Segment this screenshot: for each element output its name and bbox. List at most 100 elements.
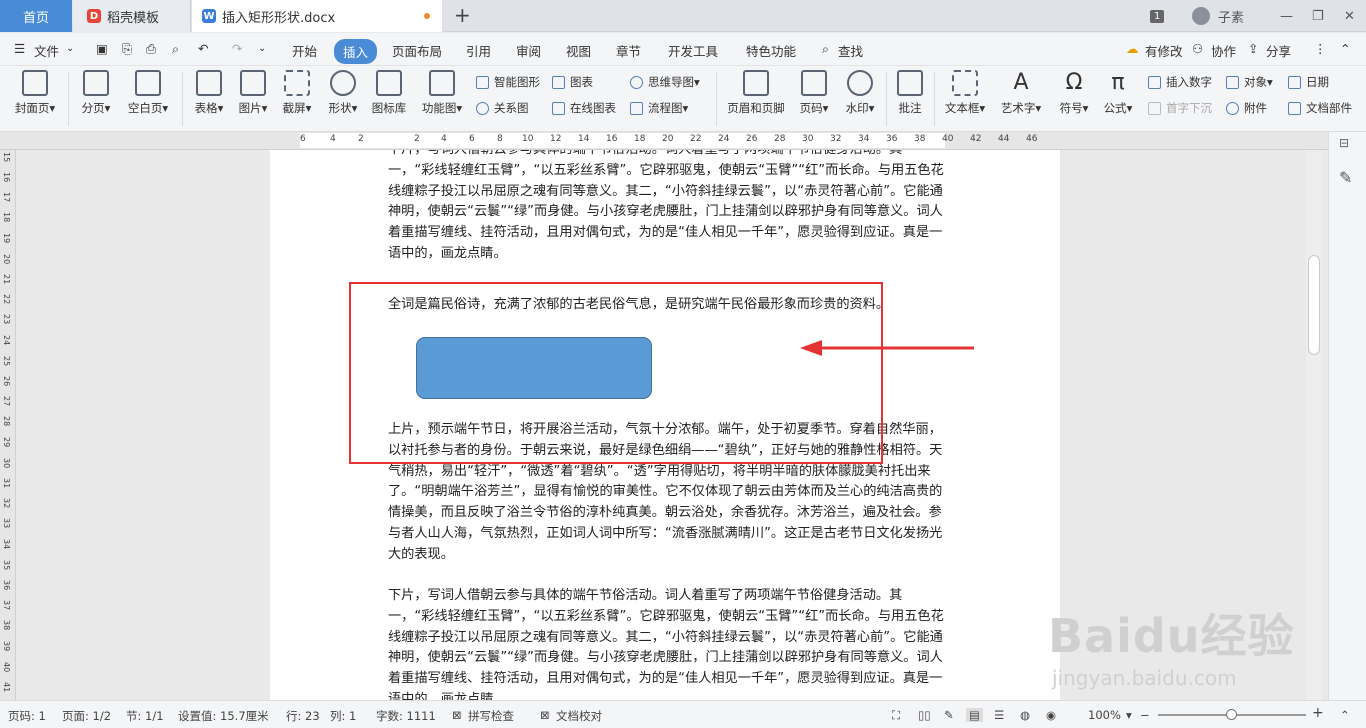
- screenshot-button[interactable]: 截屏▾: [278, 70, 316, 116]
- fullscreen-icon[interactable]: ⛶: [892, 708, 900, 723]
- outline-view-icon[interactable]: ☰: [994, 708, 1004, 722]
- search-icon[interactable]: ⌕: [822, 41, 829, 57]
- status-words[interactable]: 字数: 1111: [376, 708, 436, 724]
- icon-library-button[interactable]: 图标库: [368, 70, 410, 116]
- collapse-ribbon-icon[interactable]: ⌃: [1340, 41, 1350, 56]
- cloud-icon[interactable]: ☁: [1126, 41, 1139, 56]
- watermark-button[interactable]: 水印▾: [840, 70, 880, 116]
- attachment-button[interactable]: 附件: [1226, 100, 1267, 116]
- blank-page-button[interactable]: 空白页▾: [122, 70, 174, 116]
- paragraph-4[interactable]: 下片，写词人借朝云参与具体的端午节俗活动。词人着重写了两项端午节俗健身活动。其一…: [388, 586, 944, 700]
- vertical-ruler[interactable]: 15 16 17 18 19 20 21 22 23 24 25 26 27 2…: [0, 150, 16, 700]
- user-avatar[interactable]: 子素: [1192, 0, 1244, 32]
- export-icon[interactable]: ⎘: [122, 41, 132, 57]
- minimize-button[interactable]: —: [1280, 0, 1293, 32]
- panel-toggle-icon[interactable]: ⊟: [1339, 136, 1349, 150]
- menu-review[interactable]: 审阅: [516, 41, 541, 60]
- maximize-button[interactable]: ❐: [1312, 0, 1324, 32]
- more-icon[interactable]: ⋮: [1314, 41, 1327, 56]
- picture-button[interactable]: 图片▾: [234, 70, 272, 116]
- status-page[interactable]: 页码: 1: [8, 708, 46, 724]
- proofread-button[interactable]: 文档校对: [556, 708, 602, 724]
- comment-button[interactable]: 批注: [894, 70, 926, 116]
- textbox-button[interactable]: 文本框▾: [940, 70, 990, 116]
- close-button[interactable]: ✕: [1344, 0, 1355, 32]
- wordart-button[interactable]: A 艺术字▾: [996, 70, 1046, 116]
- menu-chapter[interactable]: 章节: [616, 41, 641, 60]
- save-icon[interactable]: ▣: [96, 41, 108, 56]
- page-view-icon[interactable]: ▤: [966, 708, 983, 722]
- menu-layout[interactable]: 页面布局: [392, 41, 442, 60]
- web-view-icon[interactable]: ◍: [1020, 708, 1030, 722]
- smartart-button[interactable]: 智能图形: [476, 74, 540, 90]
- menu-insert[interactable]: 插入: [334, 39, 378, 64]
- share-button[interactable]: 分享: [1266, 41, 1291, 60]
- undo-icon[interactable]: ↶: [198, 41, 208, 56]
- tab-template[interactable]: D 稻壳模板: [73, 0, 191, 32]
- zoom-out-button[interactable]: −: [1140, 708, 1150, 722]
- zoom-slider[interactable]: [1158, 709, 1306, 720]
- menu-view[interactable]: 视图: [566, 41, 591, 60]
- zoom-level[interactable]: 100%: [1088, 708, 1121, 722]
- status-row[interactable]: 行: 23: [286, 708, 320, 724]
- window-count-badge[interactable]: 1: [1150, 0, 1165, 32]
- new-tab-button[interactable]: +: [454, 3, 471, 27]
- chart-button[interactable]: 图表: [552, 74, 593, 90]
- page-break-button[interactable]: 分页▾: [76, 70, 116, 116]
- menu-search[interactable]: 查找: [838, 41, 863, 60]
- date-button[interactable]: 日期: [1288, 74, 1329, 90]
- redo-icon[interactable]: ↷: [232, 41, 242, 56]
- status-setting[interactable]: 设置值: 15.7厘米: [178, 708, 269, 724]
- vertical-scrollbar[interactable]: [1306, 150, 1322, 700]
- edit-view-icon[interactable]: ✎: [944, 708, 954, 722]
- zoom-slider-thumb[interactable]: [1226, 709, 1237, 720]
- share-icon[interactable]: ⇪: [1248, 41, 1258, 56]
- dropcap-button[interactable]: 首字下沉: [1148, 100, 1212, 116]
- menu-devtools[interactable]: 开发工具: [668, 41, 718, 60]
- scrollbar-thumb[interactable]: [1308, 255, 1320, 355]
- zoom-in-button[interactable]: +: [1312, 705, 1324, 721]
- collab-button[interactable]: 协作: [1211, 41, 1236, 60]
- tab-home[interactable]: 首页: [0, 0, 72, 32]
- horizontal-ruler[interactable]: 6 4 2 2 4 6 8 10 12 14 16 18 20 22 24 26…: [0, 132, 1366, 150]
- doc-part-button[interactable]: 文档部件: [1288, 100, 1352, 116]
- spellcheck-button[interactable]: 拼写检查: [468, 708, 514, 724]
- pen-icon[interactable]: ✎: [1339, 168, 1352, 187]
- eye-protect-icon[interactable]: ◉: [1046, 708, 1056, 722]
- cover-page-button[interactable]: 封面页▾: [10, 70, 60, 116]
- paragraph-1[interactable]: 下片，写词人借朝云参与具体的端午节俗活动。词人着重写了两项端午节俗健身活动。其一…: [388, 150, 944, 265]
- insert-number-button[interactable]: 插入数字: [1148, 74, 1212, 90]
- formula-button[interactable]: π 公式▾: [1098, 70, 1138, 116]
- more-chevron-icon[interactable]: ⌄: [258, 43, 266, 54]
- mindmap-button[interactable]: 思维导图 ▾: [630, 74, 700, 90]
- zoom-dropdown-icon[interactable]: ▾: [1126, 708, 1132, 722]
- status-pages[interactable]: 页面: 1/2: [62, 708, 111, 724]
- status-section[interactable]: 节: 1/1: [126, 708, 164, 724]
- menu-reference[interactable]: 引用: [466, 41, 491, 60]
- status-bar: 页码: 1 页面: 1/2 节: 1/1 设置值: 15.7厘米 行: 23 列…: [0, 700, 1366, 728]
- menu-features[interactable]: 特色功能: [746, 41, 796, 60]
- online-chart-button[interactable]: 在线图表: [552, 100, 616, 116]
- relation-button[interactable]: 关系图: [476, 100, 529, 116]
- shape-button[interactable]: 形状▾: [322, 70, 364, 116]
- ruler-tick: 36: [886, 134, 898, 144]
- page-number-button[interactable]: 页码▾: [794, 70, 834, 116]
- symbol-button[interactable]: Ω 符号▾: [1054, 70, 1094, 116]
- object-button[interactable]: 对象 ▾: [1226, 74, 1273, 90]
- status-expand-icon[interactable]: ⌃: [1340, 708, 1350, 722]
- status-col[interactable]: 列: 1: [330, 708, 356, 724]
- function-chart-button[interactable]: 功能图▾: [416, 70, 468, 116]
- table-button[interactable]: 表格▾: [190, 70, 228, 116]
- header-footer-button[interactable]: 页眉和页脚: [724, 70, 788, 116]
- tab-document[interactable]: W 插入矩形形状.docx: [192, 0, 442, 32]
- flowchart-button[interactable]: 流程图 ▾: [630, 100, 688, 116]
- changes-button[interactable]: 有修改: [1145, 41, 1183, 60]
- menu-file[interactable]: 文件: [34, 41, 59, 60]
- hamburger-icon[interactable]: ☰: [14, 41, 25, 56]
- chevron-down-icon[interactable]: ⌄: [66, 43, 74, 54]
- book-view-icon[interactable]: ▯▯: [918, 708, 931, 722]
- collab-icon[interactable]: ⚇: [1192, 41, 1203, 56]
- preview-icon[interactable]: ⌕: [172, 41, 179, 57]
- menu-start[interactable]: 开始: [292, 41, 317, 60]
- print-icon[interactable]: ⎙: [146, 41, 156, 57]
